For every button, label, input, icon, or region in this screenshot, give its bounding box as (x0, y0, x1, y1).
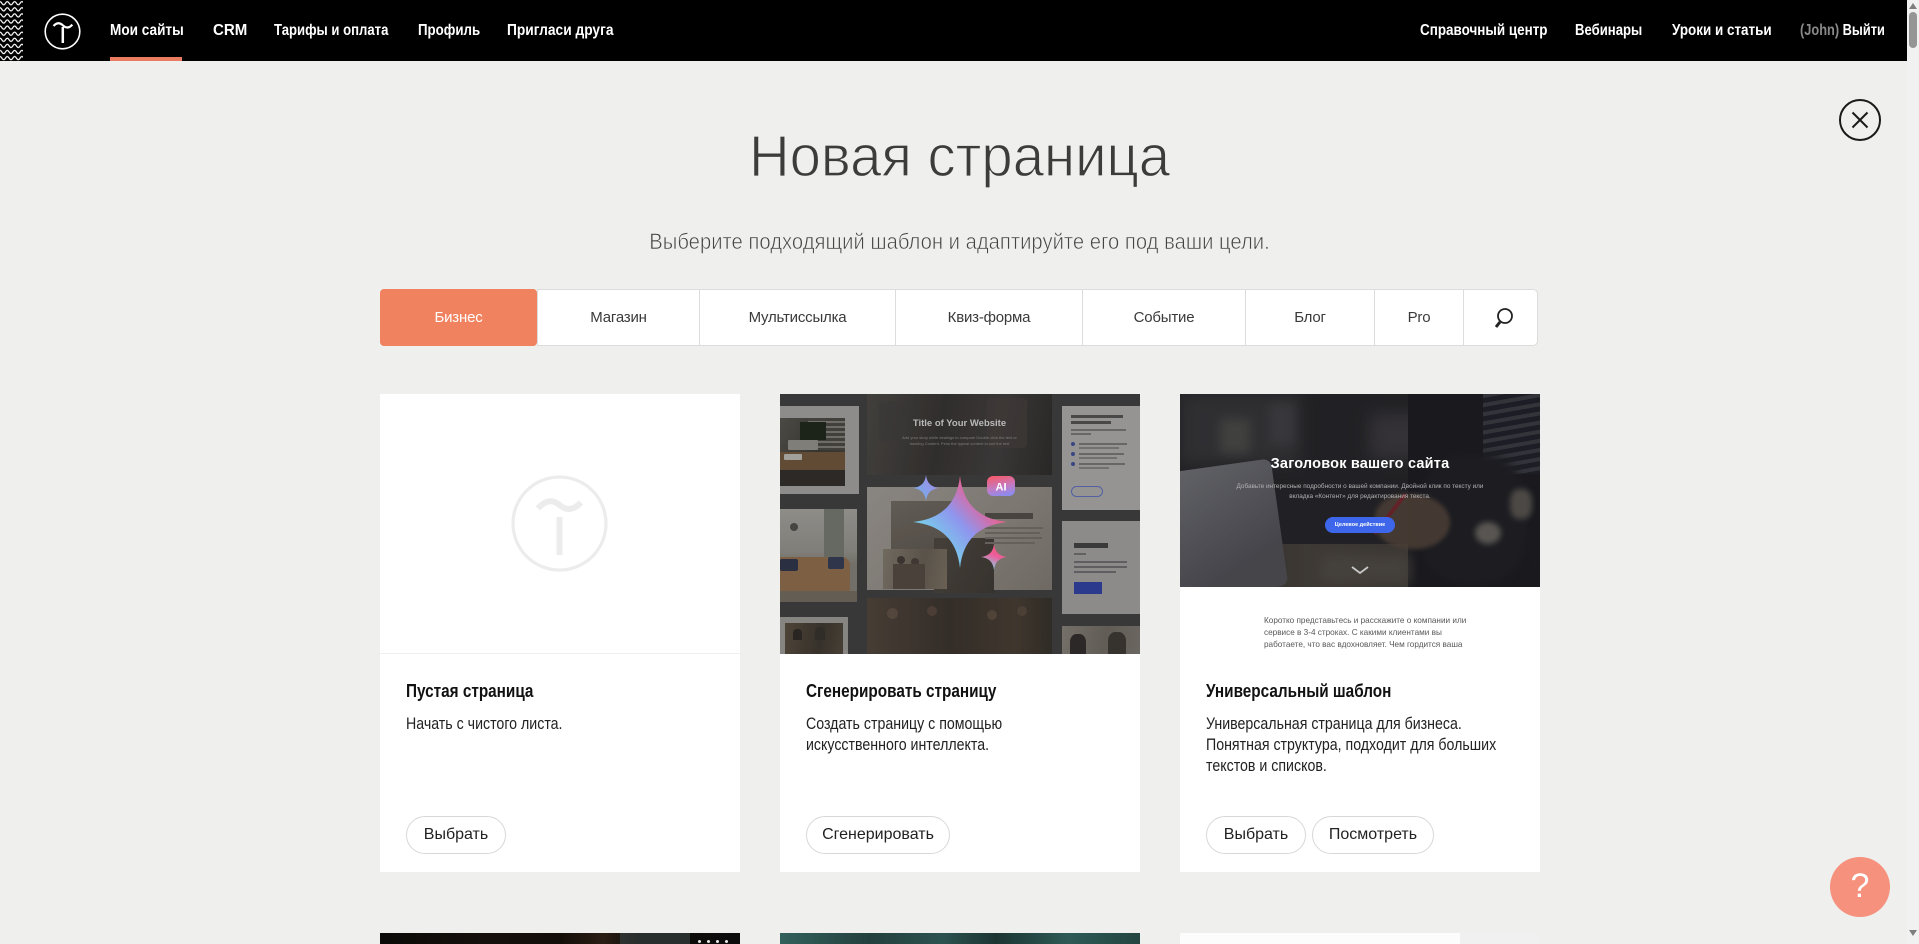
svg-text:AI: AI (996, 482, 1007, 494)
